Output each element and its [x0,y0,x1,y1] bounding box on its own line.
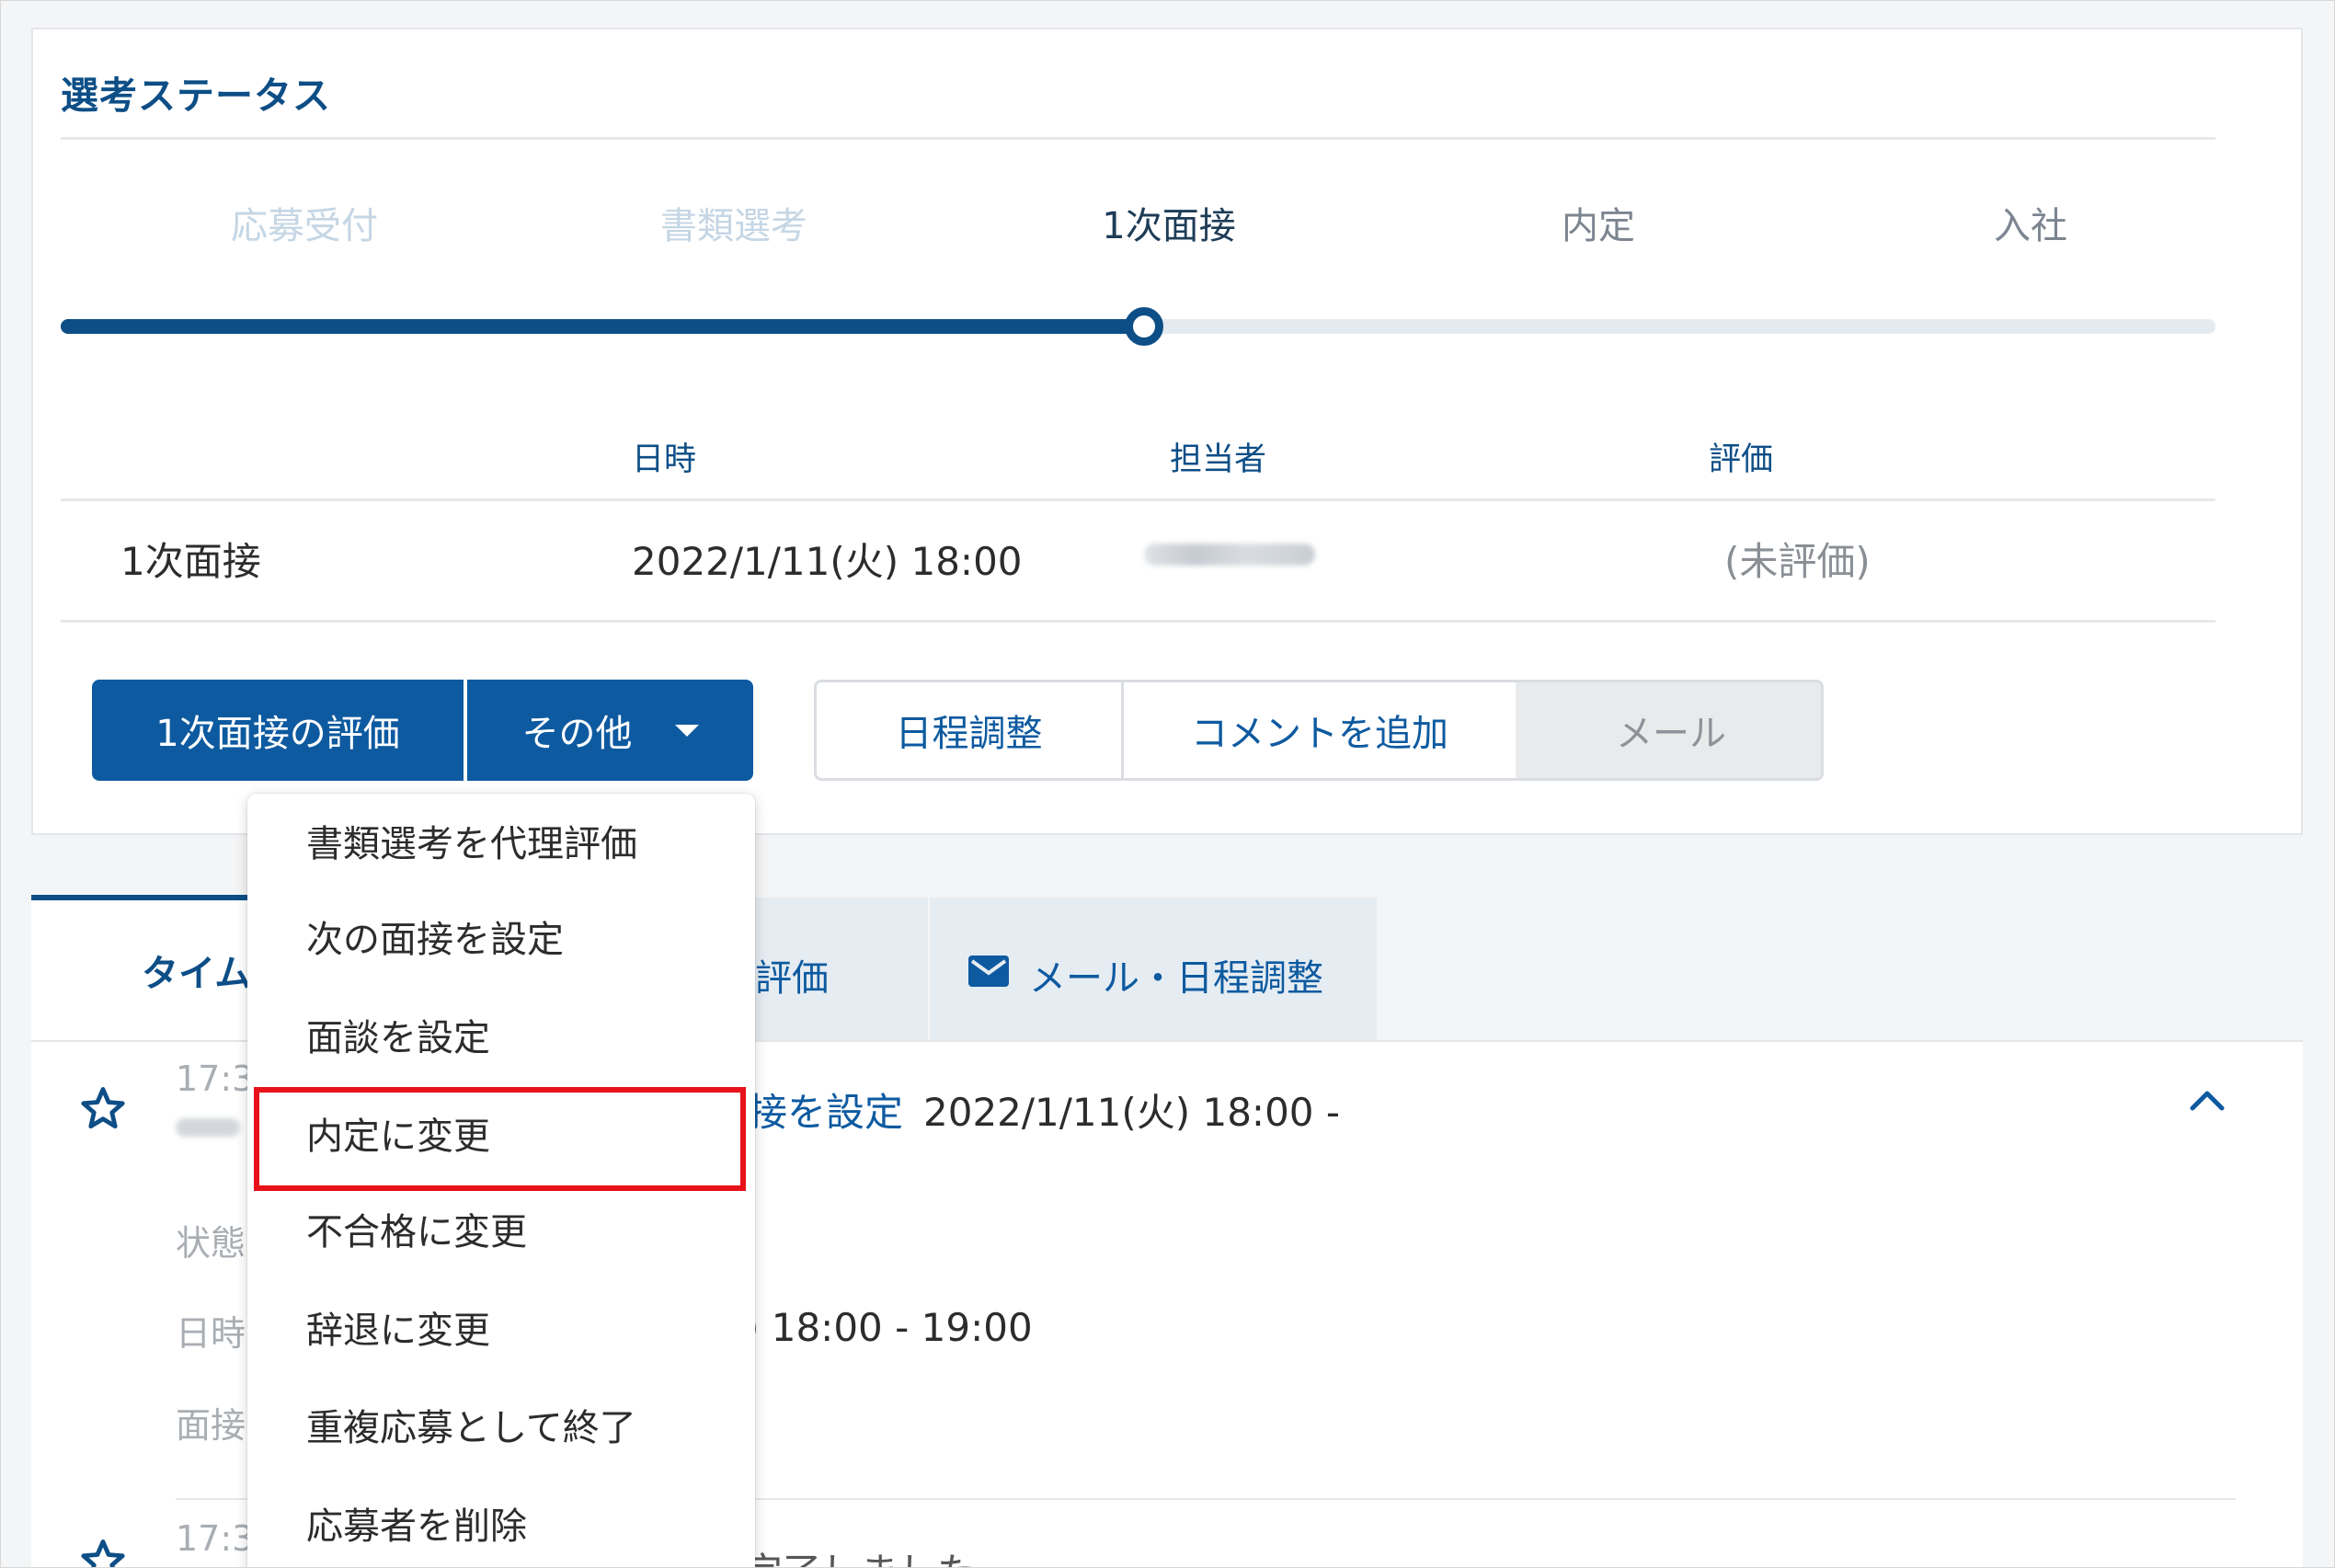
row-assignee-redacted [1144,544,1315,566]
event-text: 完了しました [744,1541,976,1567]
mail-button[interactable]: メール [1516,682,1821,778]
chevron-up-icon[interactable] [2188,1086,2226,1114]
add-comment-label: コメントを追加 [1191,713,1448,755]
event-time: 17:3 [176,1059,255,1099]
step-offer: 内定 [1562,205,1635,247]
mail-icon [968,956,1009,987]
tab-evaluation-label: 評価 [755,957,829,1000]
mail-label: メール [1616,713,1726,755]
secondary-button-group: 日程調整 コメントを追加 メール [814,680,1824,781]
evaluate-interview-button[interactable]: 1次面接の評価 [92,680,464,781]
star-icon[interactable] [79,1537,127,1568]
menu-item-change-to-declined[interactable]: 辞退に変更 [306,1300,490,1354]
tab-mail-schedule-label: メール・日程調整 [1029,957,1323,1000]
event-user-redacted [176,1118,240,1137]
event-time: 17:3 [176,1518,255,1559]
menu-item-proxy-document-evaluation[interactable]: 書類選考を代理評価 [306,814,637,867]
step-first-interview: 1次面接 [1102,205,1236,247]
event-date: 2022/1/11(火) 18:00 - [923,1090,1341,1135]
app-frame: 選考ステータス 応募受付 書類選考 1次面接 内定 入社 日時 担当者 評価 1… [0,0,2335,1568]
tab-timeline-label: タイム [142,953,252,995]
column-header-datetime: 日時 [632,441,697,478]
highlight-box [254,1087,746,1191]
progress-current-marker [1125,307,1163,346]
table-header-divider [61,498,2215,501]
row-datetime: 2022/1/11(火) 18:00 [632,539,1023,584]
menu-item-change-to-rejected[interactable]: 不合格に変更 [306,1202,527,1255]
row-evaluation: (未評価) [1724,539,1871,584]
star-icon[interactable] [79,1084,127,1132]
step-document-screening: 書類選考 [660,205,807,247]
column-header-assignee: 担当者 [1170,441,1267,478]
menu-item-set-next-interview[interactable]: 次の面接を設定 [306,910,564,963]
table-bottom-divider [61,620,2215,623]
field-label-interviewer: 面接 [176,1405,246,1446]
card-title: 選考ステータス [61,74,331,118]
step-joining: 入社 [1994,205,2067,247]
event-link[interactable]: 接を設定 [749,1082,903,1138]
field-value-datetime: ) 18:00 - 19:00 [744,1305,1033,1350]
field-label-status: 状態 [176,1223,246,1264]
other-actions-button[interactable]: その他 [467,680,753,781]
progress-fill [61,319,1135,334]
other-actions-label: その他 [521,713,633,755]
column-header-evaluation: 評価 [1709,441,1774,478]
schedule-button[interactable]: 日程調整 [817,682,1124,778]
add-comment-button[interactable]: コメントを追加 [1124,682,1516,778]
schedule-label: 日程調整 [895,713,1043,755]
caret-down-icon [674,724,699,737]
step-application: 応募受付 [231,205,378,247]
menu-item-end-as-duplicate[interactable]: 重複応募として終了 [306,1398,636,1451]
row-stage: 1次面接 [120,539,261,584]
evaluate-interview-label: 1次面接の評価 [155,713,400,755]
menu-item-set-meeting[interactable]: 面談を設定 [306,1008,490,1061]
field-label-datetime: 日時 [176,1313,246,1354]
divider [61,137,2215,140]
menu-item-delete-applicant[interactable]: 応募者を削除 [306,1496,527,1550]
